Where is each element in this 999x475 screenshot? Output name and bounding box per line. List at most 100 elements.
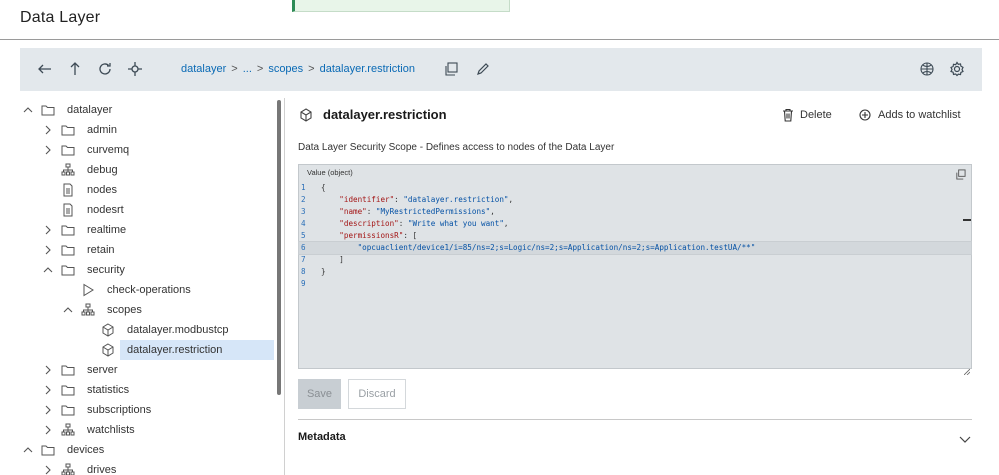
tree-item-label: datalayer [67, 104, 113, 116]
tree-item-security[interactable]: security [20, 260, 274, 280]
chevron-right-icon[interactable] [42, 224, 54, 236]
tree-item-label: statistics [87, 384, 130, 396]
tree-item-server[interactable]: server [20, 360, 274, 380]
breadcrumb: datalayer > ... > scopes > datalayer.res… [181, 63, 415, 75]
document-icon [61, 203, 75, 217]
tree-item-datalayer-modbustcp[interactable]: datalayer.modbustcp [20, 320, 274, 340]
code-area[interactable]: 1{2 "identifier": "datalayer.restriction… [298, 182, 972, 368]
breadcrumb-separator: > [231, 63, 238, 75]
code-line: 3 "name": "MyRestrictedPermissions", [299, 206, 971, 218]
chevron-right-icon[interactable] [42, 364, 54, 376]
line-number: 3 [301, 207, 306, 216]
tree-item-debug[interactable]: debug [20, 160, 274, 180]
folder-icon [61, 243, 75, 257]
chevron-up-icon[interactable] [22, 104, 34, 116]
code-text: "description": "Write what you want", [339, 219, 509, 228]
line-number: 1 [301, 183, 306, 192]
tree-item-scopes[interactable]: scopes [20, 300, 274, 320]
tree-item-label: nodes [87, 184, 117, 196]
code-text: "opcuaclient/device1/i=85/ns=2;s=Logic/n… [357, 243, 756, 252]
chevron-up-icon[interactable] [42, 264, 54, 276]
discard-button[interactable]: Discard [348, 379, 406, 409]
tree-item-subscriptions[interactable]: subscriptions [20, 400, 274, 420]
section-divider [298, 419, 972, 420]
locate-icon[interactable] [125, 59, 145, 79]
chevron-down-icon[interactable] [958, 432, 972, 446]
code-line: 9 [299, 278, 971, 290]
edit-pencil-icon[interactable] [473, 59, 493, 79]
chevron-right-icon[interactable] [42, 244, 54, 256]
node-description: Data Layer Security Scope - Defines acce… [298, 142, 615, 153]
tree-item-watchlists[interactable]: watchlists [20, 420, 274, 440]
breadcrumb-current[interactable]: datalayer.restriction [320, 63, 415, 75]
chevron-right-icon[interactable] [42, 424, 54, 436]
watchlist-add-icon [859, 109, 871, 121]
tree-item-label: realtime [87, 224, 127, 236]
breadcrumb-ellipsis[interactable]: ... [243, 63, 252, 75]
tree-item-nodesrt[interactable]: nodesrt [20, 200, 274, 220]
tree-item-nodes[interactable]: nodes [20, 180, 274, 200]
toolbar: datalayer > ... > scopes > datalayer.res… [20, 48, 982, 91]
delete-button[interactable]: Delete [781, 108, 832, 122]
chevron-right-icon[interactable] [42, 404, 54, 416]
panel-divider[interactable] [284, 98, 285, 475]
resize-handle-icon[interactable] [963, 362, 971, 376]
node-title: datalayer.restriction [323, 107, 447, 122]
tree-item-label: curvemq [87, 144, 130, 156]
chevron-right-icon[interactable] [42, 124, 54, 136]
code-line: 4 "description": "Write what you want", [299, 218, 971, 230]
hierarchy-icon [61, 423, 75, 437]
tree-item-datalayer-restriction[interactable]: datalayer.restriction [102, 340, 274, 360]
metadata-header[interactable]: Metadata [298, 431, 346, 443]
trash-icon [783, 108, 793, 122]
chevron-right-icon[interactable] [42, 384, 54, 396]
hierarchy-icon [81, 303, 95, 317]
folder-icon [61, 363, 75, 377]
line-number: 2 [301, 195, 306, 204]
chevron-right-icon[interactable] [42, 144, 54, 156]
line-number: 5 [301, 231, 306, 240]
tree-scrollbar[interactable] [277, 100, 281, 395]
tree-item-curvemq[interactable]: curvemq [20, 140, 274, 160]
up-arrow-icon[interactable] [65, 59, 85, 79]
line-number: 6 [301, 243, 306, 252]
code-line: 5 "permissionsR": [ [299, 230, 971, 242]
folder-icon [61, 263, 75, 277]
app-header: Data Layer [0, 0, 999, 40]
value-type-label: Value (object) [307, 168, 353, 177]
code-line: 1{ [299, 182, 971, 194]
tree-item-label: check-operations [107, 284, 191, 296]
tree-item-label: server [87, 364, 118, 376]
tree-item-retain[interactable]: retain [20, 240, 274, 260]
folder-icon [61, 403, 75, 417]
tree-item-drives[interactable]: drives [20, 460, 274, 475]
tree-item-label: scopes [107, 304, 142, 316]
document-icon [61, 183, 75, 197]
copy-value-icon[interactable] [955, 167, 966, 180]
breadcrumb-separator: > [256, 63, 264, 75]
tree-item-check-operations[interactable]: check-operations [20, 280, 274, 300]
refresh-icon[interactable] [95, 59, 115, 79]
tree-item-realtime[interactable]: realtime [20, 220, 274, 240]
chevron-up-icon[interactable] [22, 444, 34, 456]
settings-gear-icon[interactable] [947, 59, 967, 79]
breadcrumb-scopes[interactable]: scopes [268, 63, 303, 75]
copy-path-icon[interactable] [441, 59, 461, 79]
code-text: "permissionsR": [ [339, 231, 418, 240]
tree-item-label: subscriptions [87, 404, 152, 416]
tree-item-statistics[interactable]: statistics [20, 380, 274, 400]
network-globe-icon[interactable] [917, 59, 937, 79]
code-text: { [321, 183, 326, 192]
tree-item-admin[interactable]: admin [20, 120, 274, 140]
breadcrumb-datalayer[interactable]: datalayer [181, 63, 226, 75]
tree-item-devices[interactable]: devices [20, 440, 274, 460]
back-arrow-icon[interactable] [35, 59, 55, 79]
value-editor[interactable]: Value (object) 1{2 "identifier": "datala… [298, 164, 972, 369]
chevron-up-icon[interactable] [62, 304, 74, 316]
node-tree: datalayer admin curvemq debug nodes nodesrt re… [20, 98, 280, 475]
save-button[interactable]: Save [298, 379, 341, 409]
add-to-watchlist-button[interactable]: Adds to watchlist [859, 108, 961, 122]
tree-item-label: admin [87, 124, 117, 136]
tree-item-datalayer[interactable]: datalayer [20, 100, 274, 120]
chevron-right-icon[interactable] [42, 464, 54, 475]
